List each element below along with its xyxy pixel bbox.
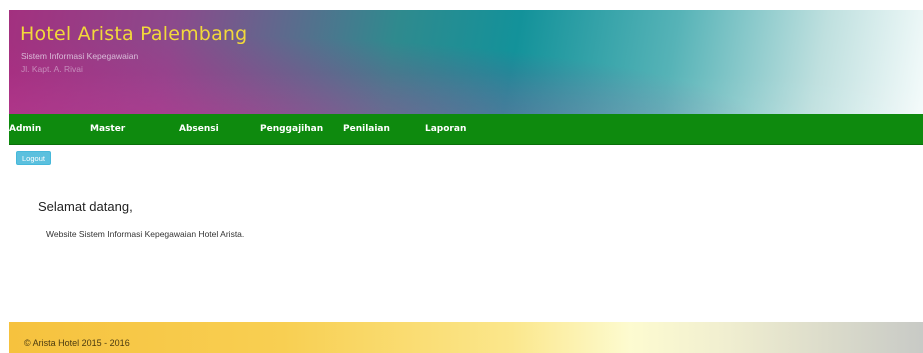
site-title: Hotel Arista Palembang [20,23,248,45]
nav-item-master[interactable]: Master [90,124,125,134]
logout-button[interactable]: Logout [16,151,51,165]
nav-item-penggajihan[interactable]: Penggajihan [260,124,323,134]
main-navbar: Admin Master Absensi Penggajihan Penilai… [9,114,923,144]
nav-item-laporan[interactable]: Laporan [425,124,466,134]
page: Hotel Arista Palembang Sistem Informasi … [0,0,923,353]
site-subtitle: Sistem Informasi Kepegawaian [21,51,139,61]
welcome-heading: Selamat datang, [38,199,133,214]
welcome-description: Website Sistem Informasi Kepegawaian Hot… [46,229,245,239]
nav-item-penilaian[interactable]: Penilaian [343,124,390,134]
site-footer: © Arista Hotel 2015 - 2016 [9,322,923,353]
nav-item-admin[interactable]: Admin [9,124,41,134]
nav-item-absensi[interactable]: Absensi [179,124,219,134]
site-address: Jl. Kapt. A. Rivai [21,64,83,74]
site-header: Hotel Arista Palembang Sistem Informasi … [9,10,923,114]
footer-copyright: © Arista Hotel 2015 - 2016 [24,338,130,348]
